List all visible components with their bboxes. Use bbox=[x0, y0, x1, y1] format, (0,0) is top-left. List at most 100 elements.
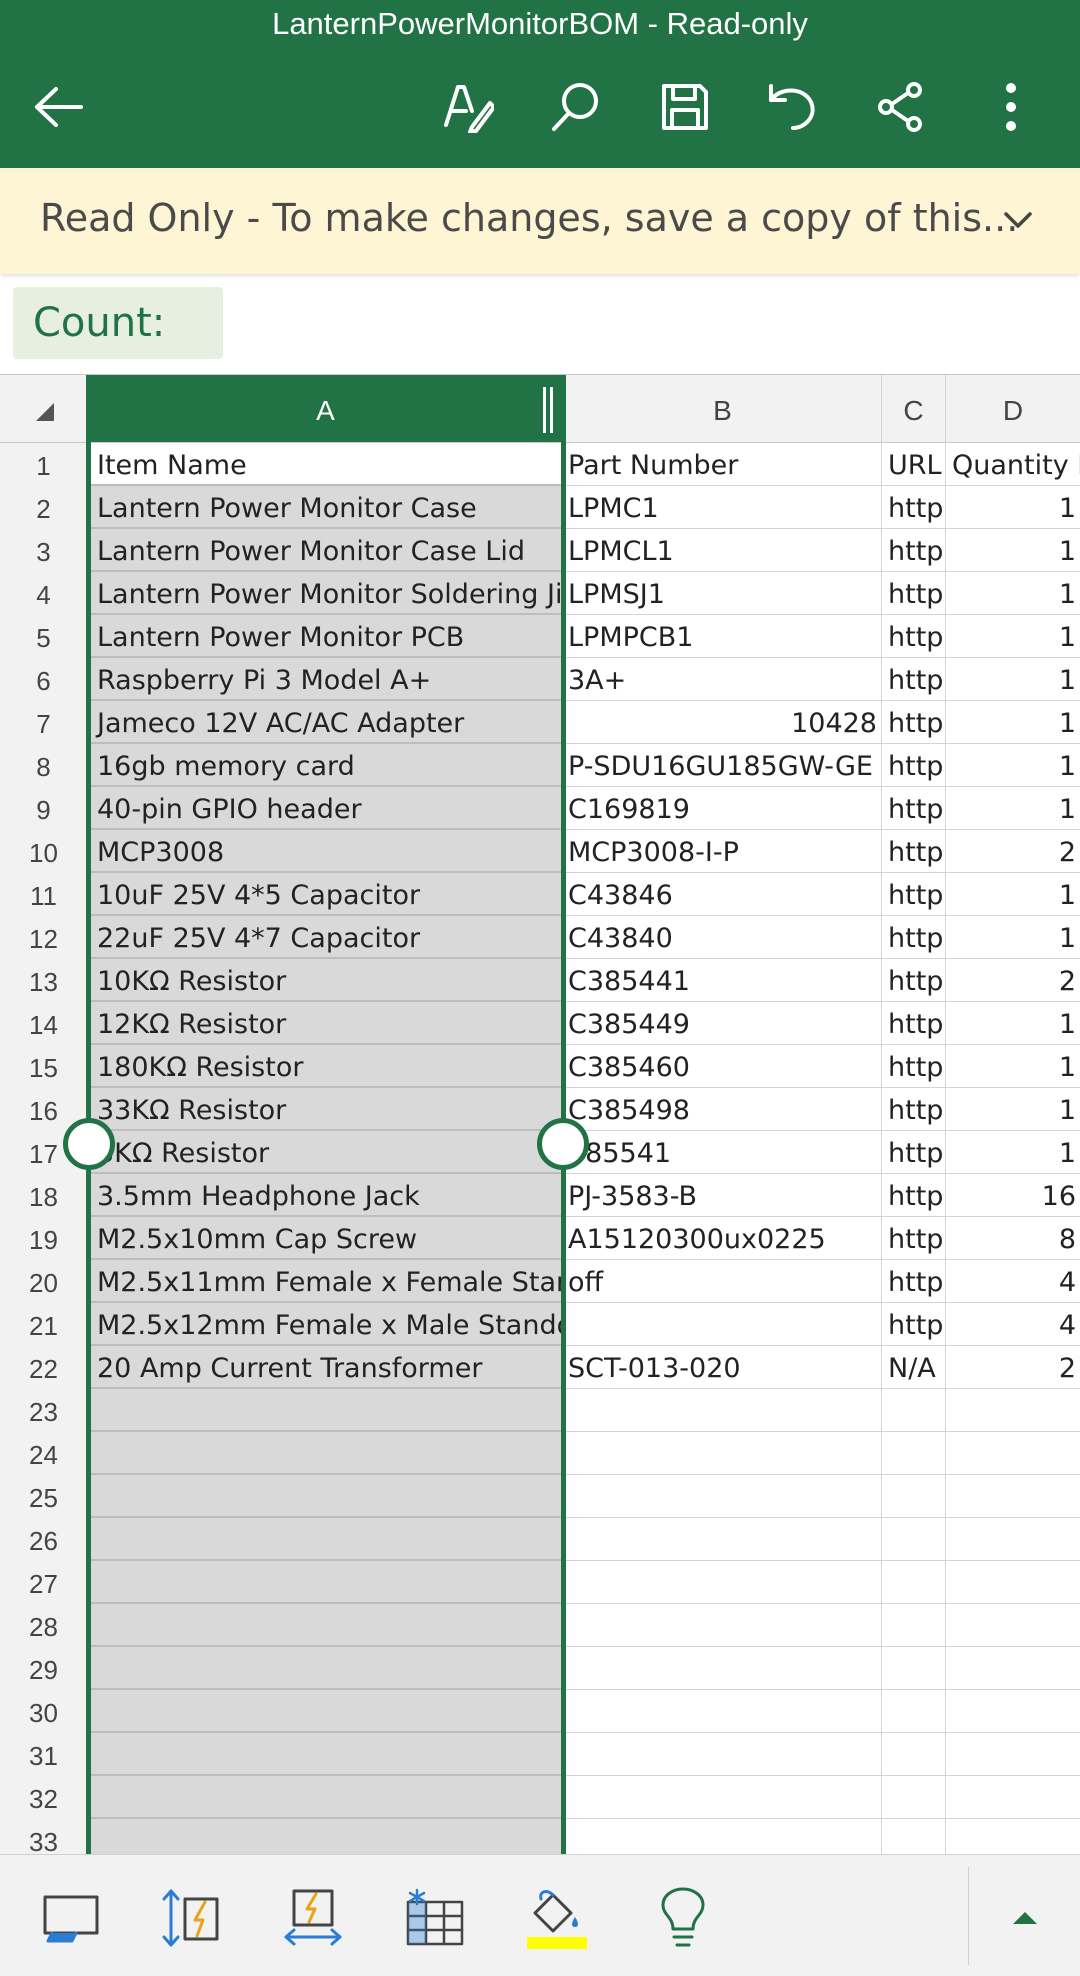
share-button[interactable] bbox=[866, 72, 936, 142]
cell-item-name[interactable]: 16gb memory card bbox=[90, 744, 564, 787]
cell-quantity[interactable]: 1 bbox=[946, 916, 1080, 959]
cell-item-name[interactable]: 22uF 25V 4*7 Capacitor bbox=[90, 916, 564, 959]
cell-quantity[interactable]: 1 bbox=[946, 873, 1080, 916]
cell-part-number[interactable]: C43840 bbox=[564, 916, 882, 959]
row-number[interactable]: 15 bbox=[0, 1045, 87, 1088]
selection-handle-left[interactable] bbox=[63, 1118, 115, 1170]
cell-url[interactable]: N/A bbox=[882, 1346, 946, 1389]
cell-part-number[interactable] bbox=[564, 1776, 882, 1819]
spreadsheet-grid[interactable]: A B C D 1 Item Name Part Number URL Quantity… bbox=[0, 374, 1080, 1854]
cell-url[interactable]: http: bbox=[882, 572, 946, 615]
cell-url[interactable] bbox=[882, 1733, 946, 1776]
row-number[interactable]: 13 bbox=[0, 959, 87, 1002]
row-number[interactable]: 27 bbox=[0, 1561, 87, 1604]
row-number[interactable]: 12 bbox=[0, 916, 87, 959]
cell-item-name[interactable]: 180KΩ Resistor bbox=[90, 1045, 564, 1088]
row-number[interactable]: 23 bbox=[0, 1389, 87, 1432]
row-number[interactable]: 18 bbox=[0, 1174, 87, 1217]
cell-quantity[interactable] bbox=[946, 1733, 1080, 1776]
cell-url[interactable] bbox=[882, 1561, 946, 1604]
cell-quantity[interactable]: 4 bbox=[946, 1260, 1080, 1303]
cell-item-name[interactable] bbox=[90, 1389, 564, 1432]
cell-part-number[interactable] bbox=[564, 1432, 882, 1475]
cell-item-name[interactable] bbox=[90, 1561, 564, 1604]
row-number[interactable]: 20 bbox=[0, 1260, 87, 1303]
cell-part-number[interactable] bbox=[564, 1819, 882, 1854]
cell-quantity[interactable]: 2 bbox=[946, 830, 1080, 873]
cell-quantity[interactable]: 1 bbox=[946, 615, 1080, 658]
cell-part-number[interactable] bbox=[564, 1475, 882, 1518]
cell-part-number[interactable] bbox=[564, 1303, 882, 1346]
cell-item-name[interactable] bbox=[90, 1690, 564, 1733]
cell-url[interactable]: http: bbox=[882, 744, 946, 787]
cell-item-name[interactable]: 10uF 25V 4*5 Capacitor bbox=[90, 873, 564, 916]
cell-url[interactable]: http: bbox=[882, 1131, 946, 1174]
cell-quantity[interactable] bbox=[946, 1561, 1080, 1604]
cell-quantity[interactable]: 1 bbox=[946, 1045, 1080, 1088]
cell-quantity[interactable]: 2 bbox=[946, 959, 1080, 1002]
cell-quantity[interactable]: 1 bbox=[946, 744, 1080, 787]
autofit-button[interactable] bbox=[280, 1885, 346, 1951]
expand-toolbar-button[interactable] bbox=[992, 1885, 1058, 1951]
row-number[interactable]: 29 bbox=[0, 1647, 87, 1690]
cell-part-number[interactable]: C385441 bbox=[564, 959, 882, 1002]
cell-quantity[interactable]: 8 bbox=[946, 1217, 1080, 1260]
cell-item-name[interactable]: MCP3008 bbox=[90, 830, 564, 873]
cell-item-name[interactable]: Jameco 12V AC/AC Adapter bbox=[90, 701, 564, 744]
cell-item-name[interactable] bbox=[90, 1819, 564, 1854]
cell-url[interactable]: http: bbox=[882, 615, 946, 658]
row-number[interactable]: 21 bbox=[0, 1303, 87, 1346]
cell-quantity[interactable]: 1 bbox=[946, 787, 1080, 830]
row-number[interactable]: 10 bbox=[0, 830, 87, 873]
cell-item-name[interactable]: M2.5x12mm Female x Male Standoff bbox=[90, 1303, 564, 1346]
cell-part-number[interactable] bbox=[564, 1690, 882, 1733]
cell-item-name[interactable]: 20 Amp Current Transformer bbox=[90, 1346, 564, 1389]
column-header-a[interactable]: A bbox=[87, 375, 564, 443]
cell-part-number[interactable]: 385541 bbox=[564, 1131, 882, 1174]
cell-url[interactable] bbox=[882, 1475, 946, 1518]
fill-color-button[interactable] bbox=[524, 1885, 590, 1951]
column-header-c[interactable]: C bbox=[882, 375, 946, 443]
cell-part-number[interactable] bbox=[564, 1647, 882, 1690]
cell-quantity[interactable]: 4 bbox=[946, 1303, 1080, 1346]
cell-part-number[interactable]: P-SDU16GU185GW-GE bbox=[564, 744, 882, 787]
row-number[interactable]: 32 bbox=[0, 1776, 87, 1819]
cell-item-name[interactable]: 40-pin GPIO header bbox=[90, 787, 564, 830]
row-number[interactable]: 25 bbox=[0, 1475, 87, 1518]
cell-item-name[interactable]: 3KΩ Resistor bbox=[90, 1131, 564, 1174]
chevron-down-icon[interactable] bbox=[996, 198, 1040, 242]
cell-url[interactable]: http: bbox=[882, 916, 946, 959]
cell-part-number[interactable]: PJ-3583-B bbox=[564, 1174, 882, 1217]
cell-quantity[interactable]: 1 bbox=[946, 1088, 1080, 1131]
keyboard-button[interactable] bbox=[38, 1885, 104, 1951]
cell-part-number[interactable] bbox=[564, 1389, 882, 1432]
column-header-d[interactable]: D bbox=[946, 375, 1080, 443]
cell-url[interactable]: http: bbox=[882, 1045, 946, 1088]
cell-quantity[interactable]: 2 bbox=[946, 1346, 1080, 1389]
ideas-button[interactable] bbox=[650, 1885, 716, 1951]
cell-part-number[interactable]: C43846 bbox=[564, 873, 882, 916]
cell-item-name[interactable] bbox=[90, 1518, 564, 1561]
cell-quantity[interactable]: 1 bbox=[946, 701, 1080, 744]
row-number[interactable]: 30 bbox=[0, 1690, 87, 1733]
cell-quantity[interactable] bbox=[946, 1604, 1080, 1647]
cell-part-number[interactable]: LPMC1 bbox=[564, 486, 882, 529]
cell-item-name[interactable]: Lantern Power Monitor Case Lid bbox=[90, 529, 564, 572]
cell-url[interactable]: http: bbox=[882, 1174, 946, 1217]
cell-quantity[interactable]: 1 bbox=[946, 1131, 1080, 1174]
row-number[interactable]: 31 bbox=[0, 1733, 87, 1776]
row-number[interactable]: 4 bbox=[0, 572, 87, 615]
cell-url[interactable]: http: bbox=[882, 1303, 946, 1346]
row-number[interactable]: 2 bbox=[0, 486, 87, 529]
row-number[interactable]: 14 bbox=[0, 1002, 87, 1045]
cell-part-number[interactable] bbox=[564, 1561, 882, 1604]
cell-url[interactable]: URL bbox=[882, 443, 946, 486]
cell-item-name[interactable]: 10KΩ Resistor bbox=[90, 959, 564, 1002]
sort-button[interactable] bbox=[158, 1885, 224, 1951]
cell-url[interactable]: http: bbox=[882, 486, 946, 529]
cell-url[interactable]: http: bbox=[882, 658, 946, 701]
row-number[interactable]: 26 bbox=[0, 1518, 87, 1561]
cell-quantity[interactable] bbox=[946, 1475, 1080, 1518]
cell-part-number[interactable] bbox=[564, 1518, 882, 1561]
cell-part-number[interactable]: C385460 bbox=[564, 1045, 882, 1088]
